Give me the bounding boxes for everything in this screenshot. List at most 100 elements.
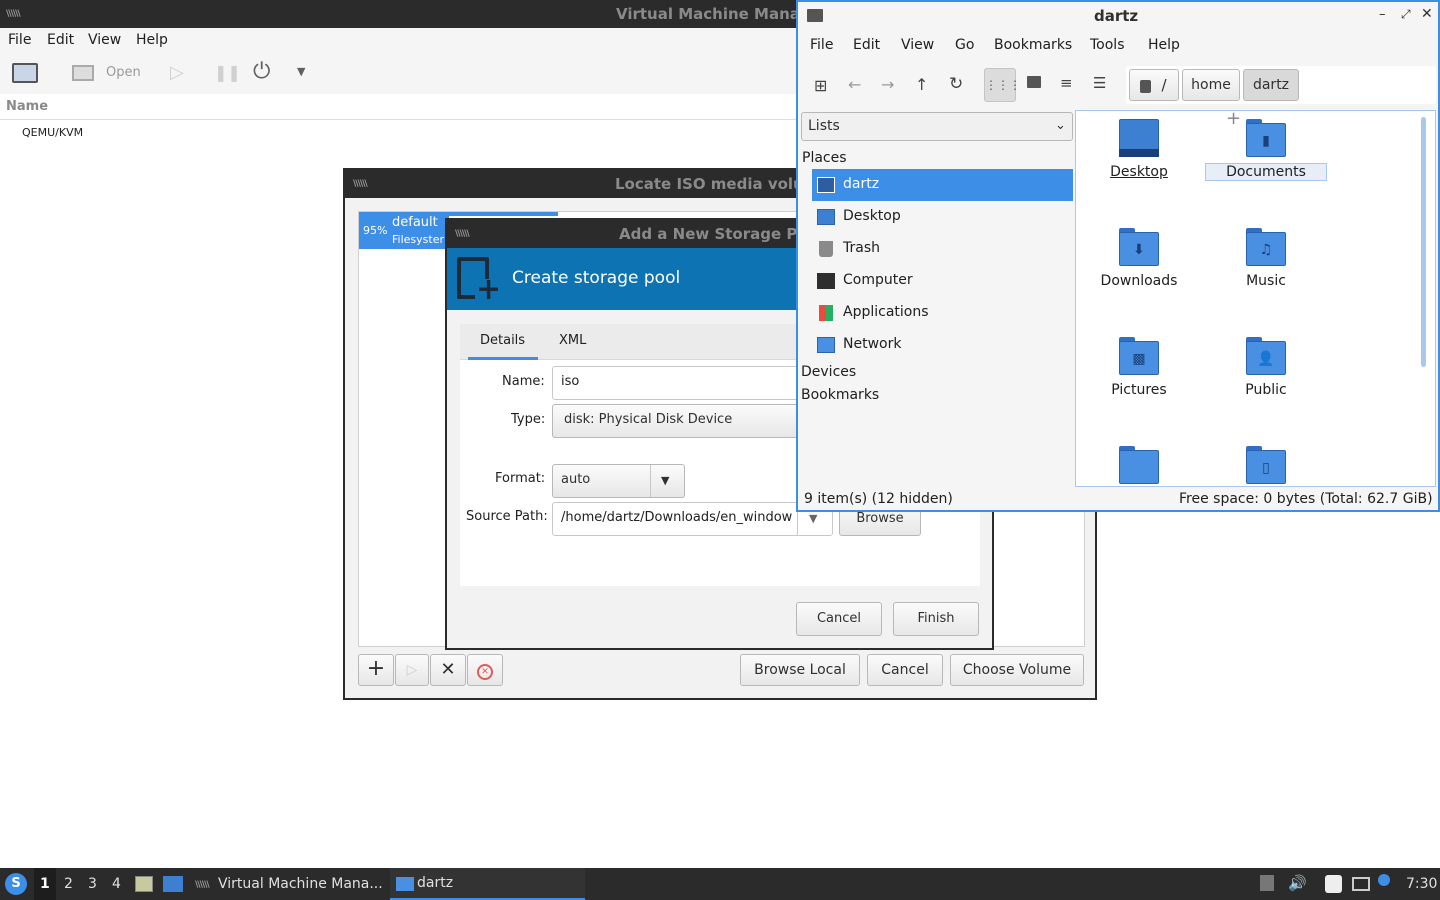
delete-pool-button[interactable]: ✕ [467, 654, 503, 686]
open-vm-icon[interactable] [72, 65, 94, 81]
desktop-icon [817, 209, 835, 225]
fm-menu-go[interactable]: Go [955, 37, 974, 53]
chevron-down-icon[interactable]: ▼ [809, 512, 817, 525]
item-documents[interactable]: Documents [1205, 163, 1327, 181]
network-status-icon[interactable] [1352, 877, 1370, 891]
fm-menu-view[interactable]: View [901, 37, 934, 53]
path-root-button[interactable]: / [1129, 69, 1179, 101]
task-vmm[interactable]: Virtual Machine Mana... [218, 876, 383, 892]
workspace-2[interactable]: 2 [64, 876, 73, 892]
start-pool-button[interactable]: ▷ [395, 654, 429, 686]
pool-cancel-button[interactable]: Cancel [796, 602, 882, 636]
place-network-label: Network [843, 336, 902, 352]
vmm-menu-edit[interactable]: Edit [47, 32, 74, 48]
path-current-button[interactable]: dartz [1243, 69, 1299, 101]
fm-menu-file[interactable]: File [810, 37, 833, 53]
pictures-folder-icon[interactable]: ▩ [1119, 337, 1159, 375]
place-trash[interactable]: Trash [812, 233, 1073, 265]
chevron-down-icon[interactable]: ▼ [297, 65, 305, 78]
stop-pool-button[interactable]: ✕ [430, 654, 466, 686]
up-icon[interactable]: ↑ [915, 75, 928, 94]
clipboard-icon[interactable] [1325, 875, 1342, 893]
source-path-combo[interactable]: /home/dartz/Downloads/en_window ▼ [552, 502, 833, 536]
notification-icon[interactable] [1260, 875, 1274, 891]
workspace-3[interactable]: 3 [88, 876, 97, 892]
type-label: Type: [511, 412, 546, 427]
format-select[interactable]: auto ▼ [552, 464, 685, 498]
vmm-column-header[interactable]: Name [0, 96, 800, 120]
fm-menu-tools[interactable]: Tools [1090, 37, 1125, 53]
pool-finish-button[interactable]: Finish [893, 602, 979, 636]
scrollbar[interactable] [1421, 117, 1426, 367]
update-icon[interactable] [1378, 874, 1390, 886]
pool-row-default[interactable]: 95% default Filesyster [359, 212, 449, 249]
file-manager-launcher-icon[interactable] [135, 876, 153, 892]
templates-folder-icon[interactable] [1119, 446, 1159, 484]
thumbnail-view-icon[interactable] [1027, 76, 1041, 88]
fm-menu-bookmarks[interactable]: Bookmarks [994, 37, 1072, 53]
new-tab-icon[interactable]: ⊞ [814, 76, 827, 95]
tab-xml[interactable]: XML [559, 333, 586, 348]
minimize-icon[interactable]: – [1379, 7, 1386, 22]
place-dartz[interactable]: dartz [812, 169, 1073, 201]
reload-icon[interactable]: ↻ [949, 74, 963, 94]
new-vm-icon[interactable] [12, 63, 38, 83]
forward-icon[interactable]: → [881, 75, 894, 94]
vmm-menu-help[interactable]: Help [136, 32, 168, 48]
workspace-1[interactable]: 1 [34, 868, 56, 900]
pool-dialog-app-icon: \\\\\\ [455, 229, 470, 239]
place-network[interactable]: Network [812, 329, 1073, 361]
workspace-4[interactable]: 4 [112, 876, 121, 892]
trash-icon [819, 241, 833, 257]
place-desktop[interactable]: Desktop [812, 201, 1073, 233]
fm-menu-help[interactable]: Help [1148, 37, 1180, 53]
tab-details[interactable]: Details [480, 333, 525, 348]
music-folder-icon[interactable]: ♫ [1246, 228, 1286, 266]
icon-view-button[interactable]: ⋮⋮⋮ [984, 68, 1021, 102]
task-files[interactable]: dartz [390, 868, 585, 900]
downloads-folder-icon[interactable]: ⬇ [1119, 228, 1159, 266]
locate-cancel-button[interactable]: Cancel [867, 654, 943, 686]
vmm-titlebar[interactable]: \\\\\\ Virtual Machine Mana [0, 0, 800, 28]
pause-icon[interactable]: ❚❚ [214, 63, 241, 82]
drive-icon [1140, 79, 1151, 93]
connection-item[interactable]: QEMU/KVM [22, 126, 83, 139]
volume-icon[interactable]: 🔊 [1288, 874, 1307, 892]
devices-heading: Devices [801, 364, 857, 380]
fm-titlebar[interactable]: dartz – ⤢ ✕ [798, 2, 1438, 30]
vmm-menu-file[interactable]: File [8, 32, 31, 48]
taskbar: S 1 2 3 4 \\\\\\ Virtual Machine Mana...… [0, 868, 1440, 900]
documents-folder-icon[interactable]: ▮ [1246, 119, 1286, 157]
vmm-menu-view[interactable]: View [88, 32, 121, 48]
fm-menu-edit[interactable]: Edit [853, 37, 880, 53]
browse-local-button[interactable]: Browse Local [740, 654, 860, 686]
item-public[interactable]: Public [1206, 382, 1326, 398]
item-downloads[interactable]: Downloads [1079, 273, 1199, 289]
add-pool-button[interactable]: + [358, 654, 394, 686]
desktop-folder-icon[interactable] [1119, 119, 1159, 157]
run-icon[interactable]: ▷ [170, 62, 184, 83]
tab-details-underline [468, 357, 538, 360]
start-menu-icon[interactable]: S [5, 873, 27, 895]
format-select-value: auto [561, 472, 591, 487]
item-music[interactable]: Music [1206, 273, 1326, 289]
path-home-button[interactable]: home [1182, 69, 1240, 101]
pool-name: default [392, 215, 438, 230]
open-button-label[interactable]: Open [106, 65, 141, 80]
power-icon[interactable]: ⏻ [253, 59, 270, 84]
public-folder-icon[interactable]: 👤 [1246, 337, 1286, 375]
maximize-icon[interactable]: ⤢ [1401, 7, 1411, 22]
back-icon[interactable]: ← [848, 75, 861, 94]
compact-view-icon[interactable]: ≡ [1060, 74, 1073, 92]
desktop-launcher-icon[interactable] [163, 876, 183, 892]
place-applications[interactable]: Applications [812, 297, 1073, 329]
item-pictures[interactable]: Pictures [1079, 382, 1199, 398]
choose-volume-button[interactable]: Choose Volume [950, 654, 1084, 686]
list-view-icon[interactable]: ☰ [1093, 74, 1106, 92]
sidepane-mode-select[interactable]: Lists ⌄ [801, 112, 1073, 141]
place-computer[interactable]: Computer [812, 265, 1073, 297]
item-desktop[interactable]: Desktop [1079, 164, 1199, 180]
vmm-app-icon: \\\\\\ [6, 9, 21, 19]
videos-folder-icon[interactable]: ▯ [1246, 446, 1286, 484]
close-icon[interactable]: ✕ [1421, 6, 1433, 22]
